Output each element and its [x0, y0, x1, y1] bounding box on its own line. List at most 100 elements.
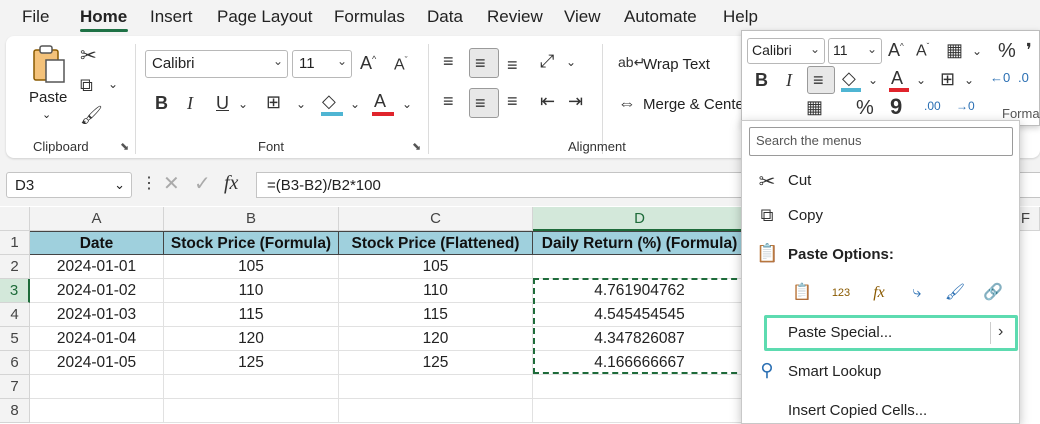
number-format-icon[interactable]: ▦ [946, 41, 963, 59]
wrap-text-button[interactable]: Wrap Text [643, 56, 710, 73]
header-cell-stock-formula[interactable]: Stock Price (Formula) [164, 231, 339, 255]
align-center-button[interactable]: ≡ [469, 88, 499, 118]
menu-item-insert-copied-cells[interactable]: Insert Copied Cells... [788, 402, 927, 419]
row-header-5[interactable]: 5 [0, 327, 30, 351]
header-cell-daily-return[interactable]: Daily Return (%) (Formula) [533, 231, 747, 255]
wrap-text-icon[interactable]: ab↵ [618, 55, 645, 69]
paste-option-formatting-icon[interactable]: 🖌 [942, 281, 968, 307]
table-cell[interactable]: 2024-01-03 [30, 303, 164, 327]
fill-color-icon[interactable]: ◇ [322, 92, 336, 110]
table-cell[interactable]: 125 [164, 351, 339, 375]
table-cell[interactable] [164, 399, 339, 423]
cut-icon[interactable]: ✂ [80, 46, 97, 66]
table-cell[interactable]: 120 [164, 327, 339, 351]
column-header-a[interactable]: A [30, 207, 164, 231]
increase-font-icon[interactable]: A^ [360, 54, 376, 72]
percent-icon[interactable]: % [856, 98, 874, 118]
comma-icon[interactable]: ❜ [1026, 41, 1032, 59]
format-painter-icon[interactable]: 🖌 [80, 106, 103, 124]
column-header-b[interactable]: B [164, 207, 339, 231]
paste-option-transpose-icon[interactable]: ⤷ [904, 281, 930, 307]
row-header-3[interactable]: 3 [0, 279, 30, 303]
mini-font-size-combo[interactable]: 11 ⌄ [828, 38, 882, 64]
align-left-icon[interactable]: ≡ [443, 92, 454, 110]
align-bottom-icon[interactable]: ≡ [507, 56, 518, 74]
tab-home[interactable]: Home [80, 7, 127, 27]
merge-center-button[interactable]: Merge & Center [643, 96, 749, 113]
comma-button[interactable]: 9 [890, 96, 902, 118]
copy-dropdown-icon[interactable]: ⌄ [108, 78, 118, 90]
chevron-down-icon[interactable]: ⌄ [916, 74, 926, 86]
enter-icon[interactable]: ✓ [194, 174, 211, 194]
table-cell[interactable] [30, 375, 164, 399]
increase-font-icon[interactable]: A^ [888, 41, 904, 59]
increase-indent-icon[interactable]: ⇥ [568, 92, 583, 110]
table-cell[interactable]: 105 [339, 255, 533, 279]
italic-button[interactable]: I [187, 94, 193, 112]
clipboard-launcher-icon[interactable]: ⬊ [120, 140, 129, 153]
tab-file[interactable]: File [22, 7, 49, 27]
chevron-down-icon[interactable]: ⌄ [296, 98, 306, 110]
chevron-down-icon[interactable]: ⌄ [566, 56, 576, 68]
decrease-indent-icon[interactable]: ⇤ [540, 92, 555, 110]
borders-icon[interactable]: ⊞ [940, 70, 955, 88]
increase-decimal-icon[interactable]: .0 [1018, 71, 1029, 84]
table-cell[interactable] [339, 375, 533, 399]
table-cell[interactable]: 2024-01-04 [30, 327, 164, 351]
chevron-right-icon[interactable]: › [998, 324, 1003, 340]
table-cell[interactable] [533, 399, 747, 423]
tab-view[interactable]: View [564, 7, 601, 27]
menu-item-paste-special[interactable]: Paste Special... [788, 324, 892, 341]
font-name-combo[interactable]: Calibri ⌄ [145, 50, 288, 78]
row-header-1[interactable]: 1 [0, 231, 30, 255]
table-cell[interactable]: 2024-01-01 [30, 255, 164, 279]
mini-center-button[interactable]: ≡ [807, 66, 835, 94]
chevron-down-icon[interactable]: ⌄ [964, 74, 974, 86]
chevron-down-icon[interactable]: ⌄ [350, 98, 360, 110]
merge-center-icon[interactable]: ⇔ [618, 94, 636, 112]
row-header-6[interactable]: 6 [0, 351, 30, 375]
row-header-7[interactable]: 7 [0, 375, 30, 399]
align-middle-button[interactable]: ≡ [469, 48, 499, 78]
table-cell[interactable]: 2024-01-02 [30, 279, 164, 303]
mini-bold-button[interactable]: B [755, 71, 768, 89]
table-cell[interactable] [533, 375, 747, 399]
increase-decimal-icon[interactable]: →0 [956, 100, 975, 112]
font-size-combo[interactable]: 11 ⌄ [292, 50, 352, 78]
header-cell-stock-flattened[interactable]: Stock Price (Flattened) [339, 231, 533, 255]
menu-search-input[interactable]: Search the menus [749, 127, 1013, 156]
align-top-icon[interactable]: ≡ [443, 52, 454, 70]
table-cell[interactable]: 115 [164, 303, 339, 327]
font-launcher-icon[interactable]: ⬊ [412, 140, 421, 153]
table-cell[interactable]: 110 [339, 279, 533, 303]
orientation-icon[interactable]: ⤢ [540, 52, 554, 70]
select-all-corner[interactable] [0, 207, 30, 231]
more-icon[interactable]: ⋮ [141, 176, 157, 192]
decrease-decimal-icon[interactable]: .00 [924, 100, 941, 112]
bold-button[interactable]: B [155, 94, 168, 112]
tab-page-layout[interactable]: Page Layout [217, 7, 312, 27]
row-header-8[interactable]: 8 [0, 399, 30, 423]
fill-color-icon[interactable]: ◇ [842, 69, 856, 87]
chevron-down-icon[interactable]: ⌄ [238, 98, 248, 110]
decrease-font-icon[interactable]: Aˇ [394, 56, 408, 73]
table-cell[interactable]: 125 [339, 351, 533, 375]
menu-item-cut[interactable]: Cut [788, 172, 811, 189]
percent-button[interactable]: % [998, 41, 1016, 61]
row-header-2[interactable]: 2 [0, 255, 30, 279]
paste-option-link-icon[interactable]: 🔗 [980, 281, 1006, 307]
name-box[interactable]: D3 ⌄ [6, 172, 132, 198]
menu-item-copy[interactable]: Copy [788, 207, 823, 224]
table-cell[interactable]: 2024-01-05 [30, 351, 164, 375]
cancel-icon[interactable]: ✕ [163, 174, 180, 194]
decrease-decimal-icon[interactable]: ←0 [990, 71, 1010, 84]
table-cell[interactable] [533, 255, 747, 279]
tab-automate[interactable]: Automate [624, 7, 697, 27]
tab-data[interactable]: Data [427, 7, 463, 27]
insert-function-button[interactable]: fx [224, 173, 238, 193]
decrease-font-icon[interactable]: Aˇ [916, 43, 929, 59]
font-color-icon[interactable]: A [374, 92, 386, 110]
table-cell[interactable] [339, 399, 533, 423]
tab-formulas[interactable]: Formulas [334, 7, 405, 27]
chevron-down-icon[interactable]: ⌄ [868, 74, 878, 86]
